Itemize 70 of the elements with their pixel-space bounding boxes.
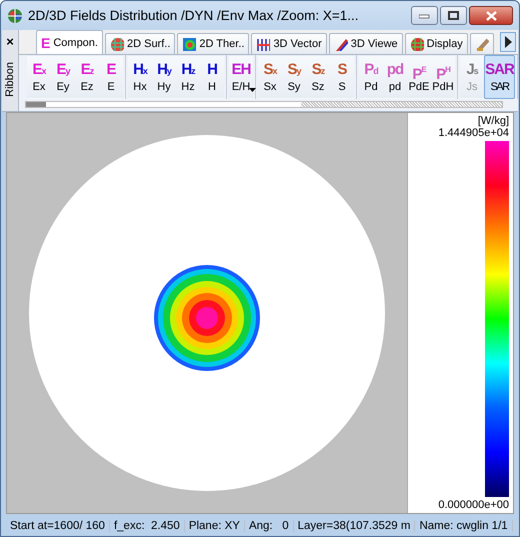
tool-glyph: S (337, 60, 346, 80)
close-ribbon-button[interactable]: × (6, 34, 14, 54)
tool-label: Ey (56, 81, 70, 94)
ribbon-tool[interactable]: pd pd (383, 55, 407, 100)
ribbon-tool[interactable]: SAR SAR (484, 55, 515, 100)
min-value: 0.000000e+00 (438, 499, 509, 512)
tab[interactable]: 3D Viewe (328, 33, 403, 54)
tool-label: Hy (157, 81, 171, 94)
close-button[interactable] (469, 6, 513, 26)
tab[interactable]: 2D Ther.. (177, 33, 250, 54)
tab-icon (474, 37, 489, 52)
tool-label: Js (466, 81, 478, 94)
ribbon-tool[interactable]: P$^{H}$ PdH (431, 55, 455, 100)
status-field: Layer=38(107.3529 m (294, 520, 416, 532)
tool-glyph: P$^{E}$ (412, 64, 426, 82)
tool-label: E (107, 81, 115, 94)
tool-label: Hx (133, 81, 147, 94)
tab[interactable]: Display (404, 33, 468, 54)
maximize-icon (448, 10, 459, 21)
tab[interactable]: 3D Vector (251, 33, 327, 54)
tool-label: PdE (408, 81, 430, 94)
tool-glyph: E (106, 60, 116, 80)
tool-glyph: EH (232, 60, 250, 80)
tab-icon (334, 37, 348, 52)
tab[interactable]: 2D Surf.. (104, 33, 176, 54)
tool-label: Sz (312, 81, 324, 94)
ribbon-tool[interactable]: EH E/H (229, 55, 253, 100)
tab-icon-letter: E (41, 34, 50, 51)
status-field: Ang: 0 (244, 520, 294, 532)
max-value: 1.444905e+04 (438, 127, 509, 140)
status-field: Plane: XY (184, 520, 245, 532)
status-field: f_exc: 2.450 (110, 520, 185, 532)
scroll-right-button[interactable] (500, 32, 516, 52)
unit-label: [W/kg] (478, 115, 509, 128)
ribbon-tool[interactable]: S S (330, 55, 354, 100)
tool-glyph: H (207, 60, 217, 80)
tool-label: Ez (80, 81, 94, 94)
tool-label: S (338, 81, 346, 94)
tool-label: Pd (364, 81, 378, 94)
app-icon (7, 8, 23, 24)
tab-icon (182, 37, 196, 52)
tool-label: Hz (181, 81, 195, 94)
tool-label: E/H (232, 81, 250, 94)
maximize-button[interactable] (440, 6, 467, 26)
window-title: 2D/3D Fields Distribution /DYN /Env Max /Zoom: X=1... (28, 8, 360, 24)
ribbon-tool[interactable]: H H (200, 55, 224, 100)
minimize-button[interactable] (411, 6, 438, 26)
ribbon-tool[interactable]: E E (99, 55, 123, 100)
ribbon-label: Ribbon (4, 62, 16, 98)
tab[interactable]: E Compon. (36, 30, 103, 54)
arrow-right-icon (504, 35, 512, 50)
close-icon (486, 10, 496, 21)
tab-icon (256, 37, 270, 52)
ribbon-scrollbar[interactable] (25, 101, 503, 108)
tool-label: H (208, 81, 216, 94)
tool-label: Sy (288, 81, 300, 94)
ribbon-tool[interactable]: P$^{E}$ PdE (407, 55, 431, 100)
tool-label: PdH (432, 81, 454, 94)
tool-label: SAR (490, 81, 509, 94)
tool-label: Sx (264, 81, 276, 94)
status-field: Name: cwglin 1/1 (415, 520, 513, 532)
tool-glyph: pd (386, 60, 404, 80)
tab[interactable] (470, 33, 494, 54)
tool-glyph: SAR (485, 60, 514, 80)
tool-glyph: P$^{H}$ (436, 64, 450, 82)
status-field: Start at=1600/ 160 (6, 520, 110, 532)
tool-label: pd (388, 81, 402, 94)
tab-icon (410, 37, 424, 52)
tool-label: Ex (32, 81, 46, 94)
tab-icon (110, 37, 124, 52)
